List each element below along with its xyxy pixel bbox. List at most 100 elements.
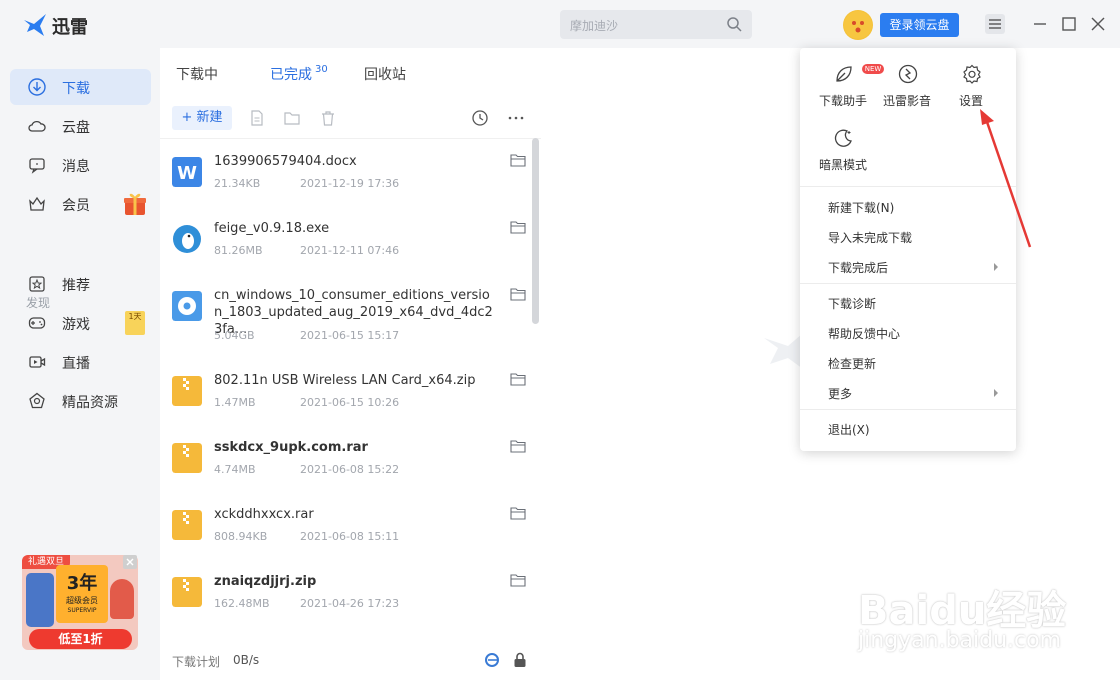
menu-item-diagnose[interactable]: 下载诊断	[828, 295, 876, 312]
sidebar-item-vip[interactable]: 会员	[10, 186, 151, 222]
submenu-arrow-icon	[994, 263, 998, 271]
file-row[interactable]: xckddhxxcx.rar 808.94KB 2021-06-08 15:11	[160, 498, 532, 565]
sidebar-item-message[interactable]: 消息	[10, 147, 151, 183]
file-name: 802.11n USB Wireless LAN Card_x64.zip	[214, 373, 476, 388]
folder-icon[interactable]	[510, 506, 526, 520]
vip-crown-icon	[29, 196, 45, 211]
santa-icon	[110, 579, 134, 619]
clock-icon[interactable]	[471, 109, 489, 127]
hamburger-menu-icon[interactable]	[985, 14, 1005, 34]
maximize-icon[interactable]	[1059, 14, 1079, 34]
promo-subtitle: 超级会员	[66, 596, 98, 605]
delete-icon[interactable]	[319, 109, 337, 127]
file-size: 21.34KB	[214, 177, 261, 190]
menu-item-more[interactable]: 更多	[828, 385, 852, 402]
disc-iso-icon	[172, 291, 202, 321]
star-icon	[29, 276, 45, 292]
lock-icon[interactable]	[513, 652, 527, 668]
menu-settings[interactable]: 设置	[941, 48, 1001, 108]
new-download-button[interactable]: + 新建	[172, 106, 232, 130]
app-title: 迅雷	[52, 17, 88, 38]
file-row[interactable]: W 1639906579404.docx 21.34KB 2021-12-19 …	[160, 145, 532, 212]
search-icon[interactable]	[726, 16, 742, 32]
close-icon[interactable]	[1088, 14, 1108, 34]
file-name: 1639906579404.docx	[214, 154, 357, 169]
menu-download-assistant[interactable]: NEW 下载助手	[813, 48, 884, 108]
minimize-icon[interactable]	[1030, 14, 1050, 34]
promo-close-icon[interactable]	[123, 555, 137, 569]
gift-icon[interactable]	[122, 191, 148, 217]
folder-icon[interactable]	[510, 573, 526, 587]
file-size: 81.26MB	[214, 244, 263, 257]
menu-item-check-update[interactable]: 检查更新	[828, 355, 876, 372]
file-row[interactable]: 802.11n USB Wireless LAN Card_x64.zip 1.…	[160, 364, 532, 431]
sidebar-item-label: 直播	[62, 356, 90, 372]
file-icon[interactable]	[248, 109, 266, 127]
more-icon[interactable]	[507, 109, 525, 127]
menu-item-after-complete[interactable]: 下载完成后	[828, 259, 888, 276]
menu-dark-mode[interactable]: 暗黑模式	[813, 112, 873, 172]
download-plan-label[interactable]: 下载计划	[172, 653, 220, 670]
sidebar-item-label: 下载	[62, 81, 90, 97]
browser-ie-icon[interactable]	[484, 652, 500, 668]
menu-item-new-download[interactable]: 新建下载(N)	[828, 199, 894, 216]
tab-label: 下载中	[176, 67, 218, 83]
tab-recycle-bin[interactable]: 回收站	[364, 64, 406, 84]
file-date: 2021-12-11 07:46	[300, 244, 400, 257]
file-row[interactable]: znaiqzdjjrj.zip 162.48MB 2021-04-26 17:2…	[160, 565, 532, 632]
folder-icon[interactable]	[510, 220, 526, 234]
sidebar-item-cloud[interactable]: 云盘	[10, 108, 151, 144]
sidebar-item-games[interactable]: 游戏 1天	[10, 305, 151, 341]
sidebar-item-download[interactable]: 下载	[10, 69, 151, 105]
promo-button[interactable]: 低至1折	[29, 629, 132, 649]
media-player-icon	[898, 64, 918, 84]
zip-icon	[172, 443, 202, 473]
penguin-exe-icon	[173, 225, 201, 253]
file-size: 5.04GB	[214, 329, 255, 342]
live-icon	[29, 356, 46, 368]
menu-item-exit[interactable]: 退出(X)	[828, 421, 870, 438]
moon-icon	[834, 129, 852, 147]
file-row[interactable]: cn_windows_10_consumer_editions_version_…	[160, 279, 532, 363]
completed-count-badge: 30	[315, 64, 328, 75]
sidebar-item-recommend[interactable]: 推荐	[10, 266, 151, 302]
download-list-panel: 下载中 已完成 30 回收站 + 新建 W 1639906579404.docx …	[160, 48, 542, 680]
file-row[interactable]: feige_v0.9.18.exe 81.26MB 2021-12-11 07:…	[160, 212, 532, 279]
promo-years: 3年	[66, 573, 98, 594]
zip-icon	[172, 577, 202, 607]
diamond-icon	[29, 392, 45, 409]
file-name: sskdcx_9upk.com.rar	[214, 440, 368, 455]
promo-background: 礼遇双旦 3年 超级会员 SUPERVIP 低至1折	[22, 555, 138, 650]
game-badge-text: 1天	[128, 312, 142, 321]
word-doc-icon: W	[172, 157, 202, 187]
gamepad-icon	[28, 317, 46, 329]
tab-downloading[interactable]: 下载中	[176, 64, 218, 84]
search-box[interactable]: 摩加迪沙	[560, 10, 752, 39]
sidebar-item-label: 精品资源	[62, 395, 118, 411]
game-badge: 1天	[125, 311, 145, 335]
download-speed: 0B/s	[233, 653, 260, 667]
folder-icon[interactable]	[510, 439, 526, 453]
menu-item-import[interactable]: 导入未完成下载	[828, 229, 912, 246]
login-button[interactable]: 登录领云盘	[880, 13, 959, 37]
menu-xunlei-player[interactable]: 迅雷影音	[877, 48, 937, 108]
baidu-watermark-url: jingyan.baidu.com	[858, 628, 1062, 653]
search-input[interactable]: 摩加迪沙	[570, 17, 618, 34]
folder-icon[interactable]	[510, 287, 526, 301]
avatar[interactable]	[843, 10, 873, 40]
promo-banner[interactable]: 礼遇双旦 3年 超级会员 SUPERVIP 低至1折	[22, 555, 138, 650]
sidebar-item-live[interactable]: 直播	[10, 344, 151, 380]
menu-grid-label: 暗黑模式	[818, 158, 867, 172]
tab-completed[interactable]: 已完成 30	[270, 64, 328, 84]
file-row[interactable]: sskdcx_9upk.com.rar 4.74MB 2021-06-08 15…	[160, 431, 532, 498]
open-folder-icon[interactable]	[283, 109, 301, 127]
menu-grid-label: 迅雷影音	[882, 94, 931, 108]
folder-icon[interactable]	[510, 372, 526, 386]
folder-icon[interactable]	[510, 153, 526, 167]
divider	[800, 409, 1016, 410]
sidebar-item-premium[interactable]: 精品资源	[10, 383, 151, 419]
zip-icon	[172, 376, 202, 406]
scrollbar[interactable]	[532, 138, 539, 324]
file-name: znaiqzdjjrj.zip	[214, 574, 317, 589]
menu-item-help[interactable]: 帮助反馈中心	[828, 325, 900, 342]
